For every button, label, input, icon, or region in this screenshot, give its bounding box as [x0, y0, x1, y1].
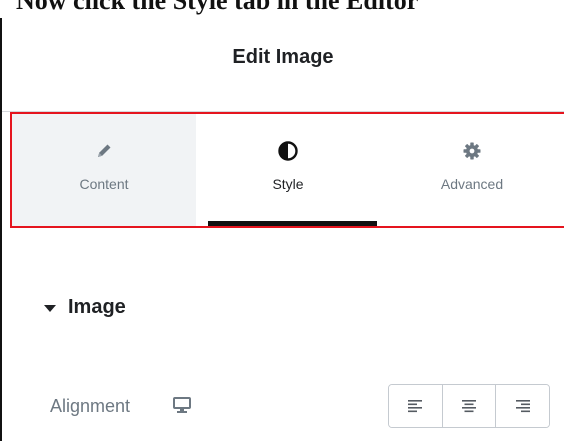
- panel-header: Edit Image: [2, 18, 564, 112]
- image-section-toggle[interactable]: Image: [44, 296, 126, 319]
- align-right-button[interactable]: [495, 385, 549, 427]
- panel-tabs: Content Style Advanced: [12, 114, 564, 226]
- tab-advanced-label: Advanced: [440, 176, 504, 192]
- tab-style-label: Style: [272, 176, 304, 192]
- active-tab-indicator: [208, 221, 377, 226]
- desktop-icon[interactable]: [172, 396, 192, 414]
- align-center-icon: [462, 400, 476, 413]
- alignment-label: Alignment: [50, 396, 131, 416]
- align-left-icon: [408, 400, 423, 413]
- tab-content-label: Content: [79, 176, 129, 192]
- section-title: Image: [68, 296, 126, 318]
- alignment-control: Alignment: [42, 384, 562, 428]
- align-center-button[interactable]: [441, 385, 496, 427]
- caption-text: Now click the Style tab in the Editor: [16, 0, 419, 15]
- align-left-button[interactable]: [389, 385, 442, 427]
- half-circle-icon: [277, 140, 299, 162]
- pencil-icon: [93, 140, 115, 162]
- tab-advanced[interactable]: Advanced: [380, 114, 564, 226]
- panel-title: Edit Image: [232, 46, 334, 68]
- cropped-caption: Now click the Style tab in the Editor: [0, 0, 564, 18]
- alignment-button-group: [388, 384, 550, 428]
- tab-style[interactable]: Style: [196, 114, 380, 226]
- tab-content[interactable]: Content: [12, 114, 196, 226]
- screenshot-frame: Now click the Style tab in the Editor Ed…: [0, 0, 564, 441]
- caret-down-icon: [44, 305, 56, 312]
- gear-icon: [461, 140, 483, 162]
- editor-panel: Edit Image Content Style Advanced Image …: [0, 18, 564, 441]
- align-right-icon: [515, 400, 530, 413]
